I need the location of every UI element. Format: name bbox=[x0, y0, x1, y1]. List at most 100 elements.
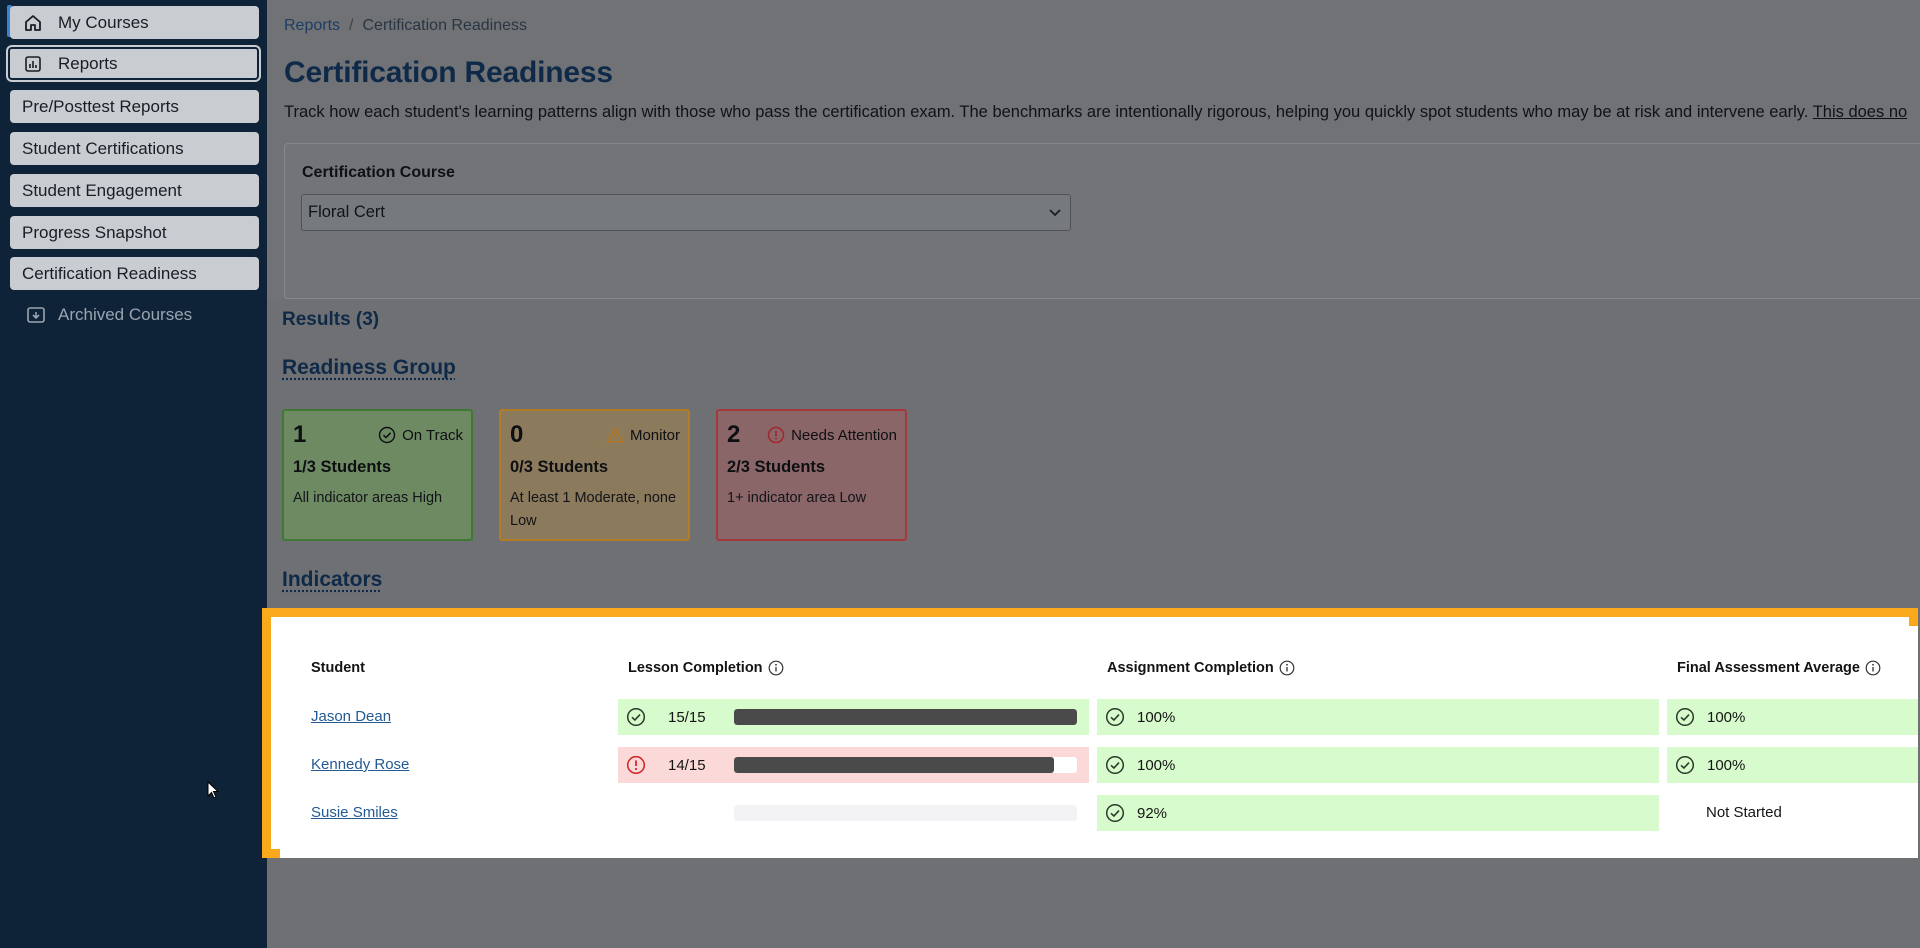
breadcrumb: Reports / Certification Readiness bbox=[284, 17, 527, 35]
final-assessment-cell: 100% bbox=[1667, 699, 1918, 735]
home-icon bbox=[24, 14, 42, 32]
final-assessment-cell: 100% bbox=[1667, 747, 1918, 783]
sidebar-item-progress-snapshot[interactable]: Progress Snapshot bbox=[10, 216, 259, 249]
certification-course-label: Certification Course bbox=[302, 164, 455, 181]
lesson-progress-bar bbox=[734, 805, 1077, 821]
group-status: Monitor bbox=[606, 426, 680, 444]
lesson-progress-fill bbox=[734, 709, 1077, 725]
sidebar-item-archived-courses[interactable]: Archived Courses bbox=[26, 305, 192, 325]
column-header-label: Assignment Completion bbox=[1107, 660, 1274, 676]
readiness-card-needs-attention: 2 Needs Attention 2/3 Students 1+ indica… bbox=[716, 409, 907, 541]
group-status: Needs Attention bbox=[767, 426, 897, 444]
group-status-label: Monitor bbox=[629, 426, 680, 444]
certification-course-select[interactable]: Floral Cert bbox=[301, 194, 1071, 231]
group-students: 2/3 Students bbox=[727, 458, 826, 476]
sidebar-item-my-courses[interactable]: My Courses bbox=[10, 6, 259, 39]
sidebar-item-label: Pre/Posttest Reports bbox=[22, 96, 179, 116]
lesson-progress-bar bbox=[734, 757, 1077, 773]
chart-icon bbox=[24, 55, 42, 73]
column-header-lesson-completion: Lesson Completion bbox=[628, 660, 784, 676]
group-status-label: Needs Attention bbox=[791, 426, 897, 444]
check-circle-icon bbox=[1105, 755, 1125, 775]
sidebar-item-student-engagement[interactable]: Student Engagement bbox=[10, 174, 259, 207]
column-header-student: Student bbox=[311, 660, 365, 676]
sidebar-item-student-certifications[interactable]: Student Certifications bbox=[10, 132, 259, 165]
lesson-completion-cell bbox=[618, 795, 1089, 831]
column-header-label: Lesson Completion bbox=[628, 660, 763, 676]
archive-icon bbox=[26, 305, 46, 325]
check-circle-icon bbox=[626, 707, 646, 727]
readiness-group-heading[interactable]: Readiness Group bbox=[282, 356, 456, 380]
assignment-value: 100% bbox=[1137, 708, 1176, 726]
sidebar-item-reports[interactable]: Reports bbox=[8, 47, 259, 80]
sidebar-item-label: Progress Snapshot bbox=[22, 222, 167, 242]
group-count: 1 bbox=[293, 421, 307, 448]
page-title: Certification Readiness bbox=[284, 56, 613, 89]
readiness-card-monitor: 0 Monitor 0/3 Students At least 1 Modera… bbox=[499, 409, 690, 541]
check-circle-icon bbox=[1675, 755, 1695, 775]
final-assessment-not-started: Not Started bbox=[1706, 804, 1782, 821]
assignment-value: 100% bbox=[1137, 756, 1176, 774]
group-students: 1/3 Students bbox=[293, 458, 392, 476]
column-header-final-assessment-average: Final Assessment Average bbox=[1677, 660, 1881, 676]
check-circle-icon bbox=[378, 426, 396, 444]
breadcrumb-separator: / bbox=[349, 17, 354, 34]
sidebar-item-label: Reports bbox=[58, 53, 118, 73]
lesson-progress-bar bbox=[734, 709, 1077, 725]
group-count: 2 bbox=[727, 421, 741, 448]
check-circle-icon bbox=[1105, 707, 1125, 727]
lesson-fraction: 14/15 bbox=[668, 756, 706, 774]
lesson-completion-cell: 15/15 bbox=[618, 699, 1089, 735]
group-description: 1+ indicator area Low bbox=[727, 490, 867, 506]
results-count: Results (3) bbox=[282, 309, 380, 330]
student-link[interactable]: Susie Smiles bbox=[311, 804, 398, 821]
assignment-completion-cell: 100% bbox=[1097, 747, 1659, 783]
sidebar-item-label: Archived Courses bbox=[58, 305, 193, 324]
group-description: At least 1 Moderate, none Low bbox=[510, 490, 677, 529]
lesson-progress-fill bbox=[734, 757, 1055, 773]
column-header-assignment-completion: Assignment Completion bbox=[1107, 660, 1295, 676]
sidebar-item-label: Student Engagement bbox=[22, 180, 182, 200]
alert-circle-icon bbox=[626, 755, 646, 775]
indicators-heading[interactable]: Indicators bbox=[282, 568, 382, 592]
description-link[interactable]: This does no bbox=[1813, 103, 1907, 121]
sidebar-item-label: My Courses bbox=[58, 12, 149, 32]
group-count: 0 bbox=[510, 421, 524, 448]
info-icon[interactable] bbox=[768, 660, 784, 676]
alert-circle-icon bbox=[767, 426, 785, 444]
column-header-label: Final Assessment Average bbox=[1677, 660, 1860, 676]
group-students: 0/3 Students bbox=[510, 458, 609, 476]
warning-triangle-icon bbox=[606, 426, 624, 444]
group-status: On Track bbox=[378, 426, 463, 444]
indicators-table-highlight: Student Lesson Completion Assignment Com… bbox=[262, 608, 1918, 858]
lesson-fraction: 15/15 bbox=[668, 708, 706, 726]
breadcrumb-current: Certification Readiness bbox=[362, 17, 528, 34]
assignment-value: 92% bbox=[1137, 804, 1168, 822]
description-text: Track how each student's learning patter… bbox=[284, 103, 1809, 121]
filter-card: Certification Course Floral Cert bbox=[284, 143, 1920, 299]
info-icon[interactable] bbox=[1279, 660, 1295, 676]
mouse-cursor-icon bbox=[207, 780, 221, 806]
info-icon[interactable] bbox=[1865, 660, 1881, 676]
final-value: 100% bbox=[1707, 756, 1746, 774]
sidebar-item-label: Student Certifications bbox=[22, 138, 184, 158]
column-header-label: Student bbox=[311, 660, 365, 676]
readiness-card-on-track: 1 On Track 1/3 Students All indicator ar… bbox=[282, 409, 473, 541]
sidebar: My Courses Reports Pre/Posttest Reports … bbox=[0, 0, 267, 948]
select-value: Floral Cert bbox=[308, 203, 386, 221]
check-circle-icon bbox=[1675, 707, 1695, 727]
assignment-completion-cell: 100% bbox=[1097, 699, 1659, 735]
group-description: All indicator areas High bbox=[293, 490, 443, 506]
page-description: Track how each student's learning patter… bbox=[284, 103, 1907, 122]
assignment-completion-cell: 92% bbox=[1097, 795, 1659, 831]
sidebar-item-certification-readiness[interactable]: Certification Readiness bbox=[10, 257, 259, 290]
student-link[interactable]: Jason Dean bbox=[311, 708, 391, 725]
chevron-down-icon bbox=[1048, 205, 1062, 224]
student-link[interactable]: Kennedy Rose bbox=[311, 756, 409, 773]
group-status-label: On Track bbox=[402, 426, 463, 444]
breadcrumb-reports-link[interactable]: Reports bbox=[284, 17, 340, 34]
check-circle-icon bbox=[1105, 803, 1125, 823]
sidebar-item-pre-posttest-reports[interactable]: Pre/Posttest Reports bbox=[10, 90, 259, 123]
indicators-table: Student Lesson Completion Assignment Com… bbox=[280, 626, 1918, 858]
sidebar-item-label: Certification Readiness bbox=[22, 263, 197, 283]
